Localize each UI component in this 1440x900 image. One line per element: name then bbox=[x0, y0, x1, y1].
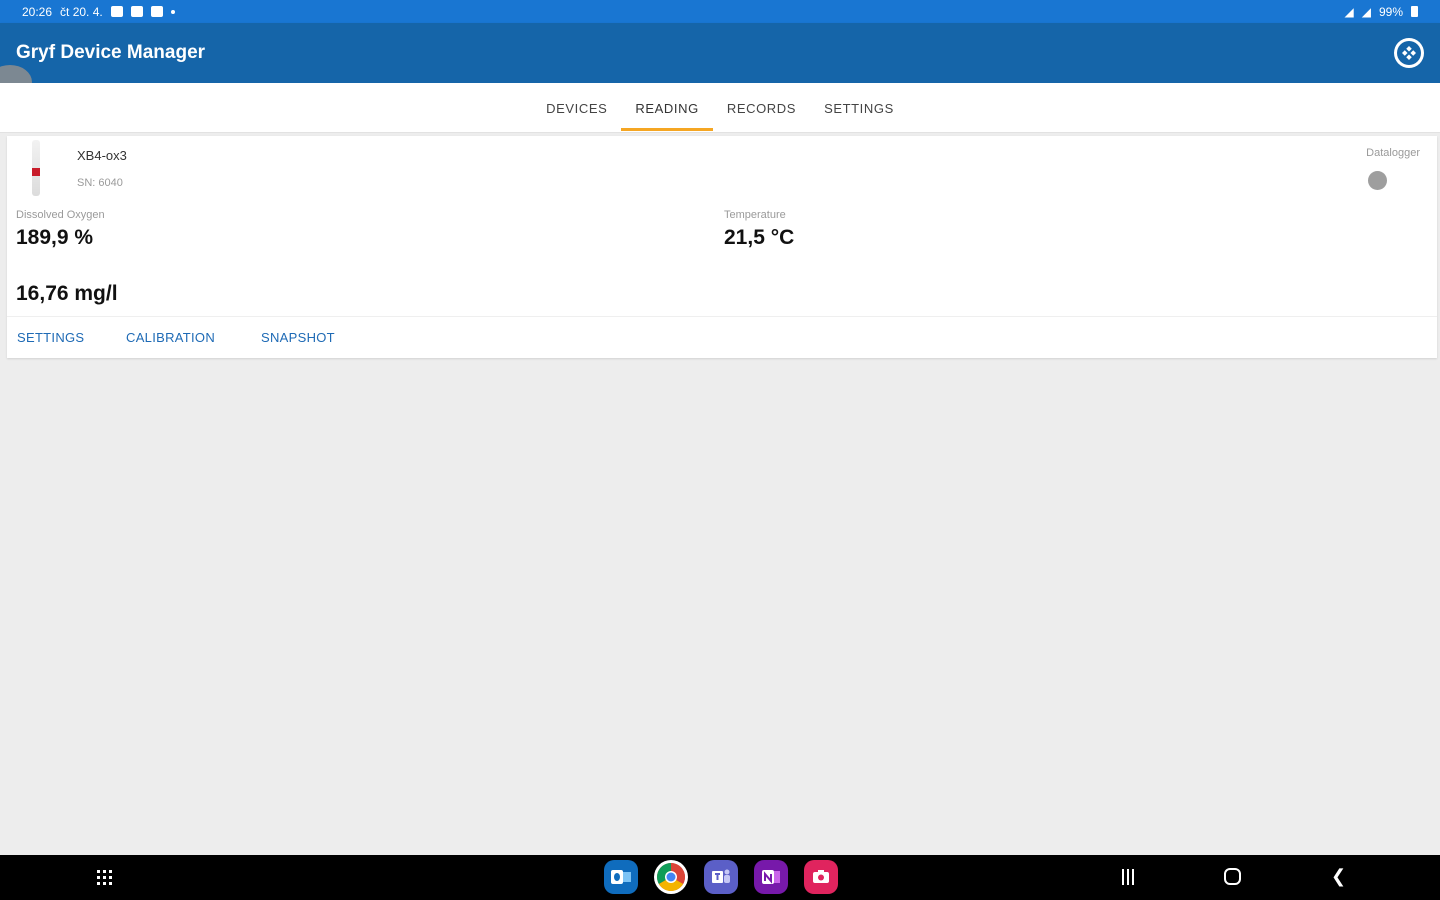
back-icon[interactable]: ❮ bbox=[1331, 866, 1346, 887]
app-dock bbox=[604, 860, 838, 894]
tab-reading[interactable]: READING bbox=[621, 83, 714, 133]
oxygen-label: Dissolved Oxygen bbox=[16, 209, 105, 221]
youtube-notification-icon bbox=[130, 6, 143, 17]
probe-icon bbox=[29, 140, 43, 200]
tab-devices[interactable]: DEVICES bbox=[532, 83, 621, 133]
more-notifications-icon bbox=[170, 9, 175, 14]
tab-settings[interactable]: SETTINGS bbox=[810, 83, 908, 133]
onenote-icon[interactable] bbox=[754, 860, 788, 894]
tab-bar: DEVICES READING RECORDS SETTINGS bbox=[0, 83, 1440, 133]
app-title: Gryf Device Manager bbox=[16, 42, 206, 63]
datalogger-label: Datalogger bbox=[1366, 147, 1420, 159]
oxygen-percent-value: 189,9 % bbox=[16, 226, 94, 249]
temperature-value: 21,5 °C bbox=[724, 226, 795, 249]
calibration-button[interactable]: CALIBRATION bbox=[126, 330, 215, 345]
device-name: XB4-ox3 bbox=[77, 148, 127, 163]
status-left: 20:26 čt 20. 4. bbox=[22, 5, 175, 19]
wifi-icon: ◢ bbox=[1344, 4, 1354, 19]
datalogger-status-indicator[interactable] bbox=[1368, 171, 1387, 190]
card-divider bbox=[7, 316, 1437, 317]
snapshot-button[interactable]: SNAPSHOT bbox=[261, 330, 335, 345]
device-serial: SN: 6040 bbox=[77, 177, 123, 189]
system-navigation-bar: ❮ bbox=[0, 855, 1440, 900]
accessibility-notification-icon bbox=[150, 6, 163, 17]
chrome-icon[interactable] bbox=[654, 860, 688, 894]
teams-icon[interactable] bbox=[704, 860, 738, 894]
device-settings-button[interactable]: SETTINGS bbox=[17, 330, 84, 345]
home-icon[interactable] bbox=[1224, 868, 1241, 885]
outlook-icon[interactable] bbox=[604, 860, 638, 894]
status-time: 20:26 bbox=[22, 4, 53, 19]
battery-percent: 99% bbox=[1378, 4, 1403, 19]
battery-icon bbox=[1411, 6, 1418, 17]
tab-records[interactable]: RECORDS bbox=[713, 83, 810, 133]
recent-apps-icon[interactable] bbox=[1122, 869, 1134, 885]
temperature-label: Temperature bbox=[724, 209, 786, 221]
oxygen-mgl-value: 16,76 mg/l bbox=[16, 282, 118, 305]
gallery-notification-icon bbox=[110, 6, 123, 17]
status-right: ◢ ◢ 99% bbox=[1344, 4, 1418, 19]
device-reading-card: XB4-ox3 SN: 6040 Datalogger Dissolved Ox… bbox=[7, 136, 1437, 358]
camera-app-icon[interactable] bbox=[804, 860, 838, 894]
apps-grid-icon[interactable] bbox=[97, 870, 115, 886]
status-date: čt 20. 4. bbox=[60, 4, 103, 19]
status-bar: 20:26 čt 20. 4. ◢ ◢ 99% bbox=[0, 0, 1440, 23]
signal-icon: ◢ bbox=[1361, 4, 1371, 19]
app-logo-icon[interactable] bbox=[1394, 38, 1424, 68]
app-bar: Gryf Device Manager bbox=[0, 23, 1440, 83]
